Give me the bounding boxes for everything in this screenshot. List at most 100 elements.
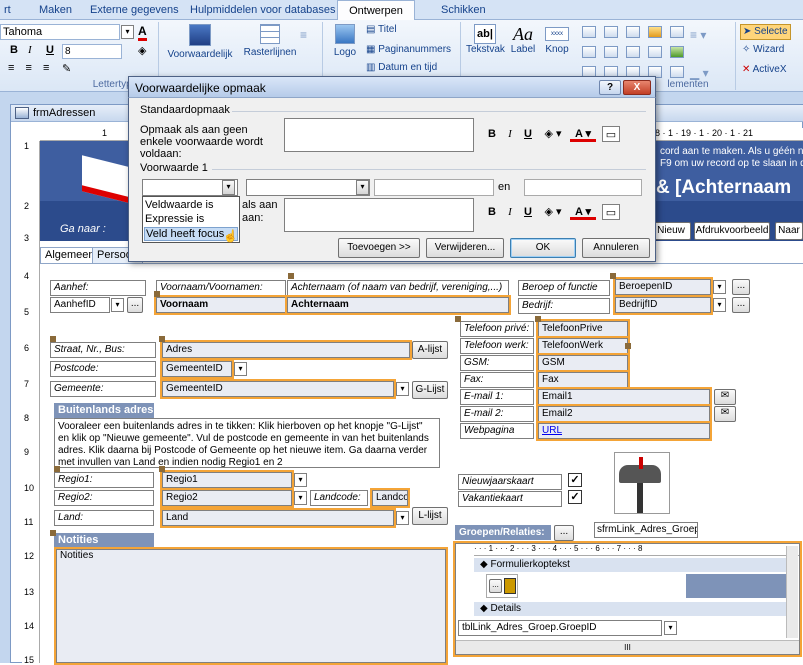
afdrukvoorbeeld-button[interactable]: Afdrukvoorbeeld [694,222,770,240]
gemeente-dropdown-icon[interactable]: ▾ [396,382,409,396]
selection-handle[interactable] [50,530,56,536]
subform-vscroll[interactable] [786,546,798,638]
fax-field[interactable]: Fax [536,370,630,390]
aanhef-dots-button[interactable]: ... [127,297,143,313]
ok-button[interactable]: OK [510,238,576,258]
date-time-button[interactable]: ▥ Datum en tijd [366,62,437,73]
ribbon-tab-schikken[interactable]: Schikken [437,0,490,20]
option-expressie-is[interactable]: Expressie is [145,213,204,225]
selection-handle[interactable] [50,336,56,342]
bedrijf-dots-button[interactable]: ... [732,297,750,313]
cond-bold-icon[interactable]: B [484,204,500,220]
tab-algemeen[interactable]: Algemeen [40,247,100,263]
adres-field[interactable]: Adres [160,340,412,360]
groepen-dots-button[interactable]: ... [554,525,574,541]
cond-font-color-icon[interactable]: A ▾ [570,204,596,220]
control-icon-8[interactable] [626,46,640,58]
select-button[interactable]: ➤ Selecte [740,24,791,40]
ribbon-tab-ontwerpen[interactable]: Ontwerpen [337,0,415,21]
control-icon-3[interactable] [626,26,640,38]
a-lijst-button[interactable]: A-lijst [412,341,448,359]
underline-icon[interactable]: U [46,44,54,56]
cond-enable-toggle-icon[interactable]: ▭ [602,204,620,220]
annuleren-button[interactable]: Annuleren [582,238,650,258]
dlg-underline-icon[interactable]: U [520,126,536,142]
subform-groep-combo[interactable]: tblLink_Adres_Groep.GroepID [458,620,662,636]
land-combo[interactable]: Land [160,508,396,528]
chevron-down-icon[interactable]: ▾ [121,25,134,39]
italic-icon[interactable]: I [28,44,32,56]
trash-icon[interactable] [504,578,516,594]
notities-field[interactable]: Notities [54,547,448,665]
dlg-italic-icon[interactable]: I [502,126,518,142]
control-icon-1[interactable] [582,26,596,38]
logo-button[interactable]: Logo [328,24,362,58]
voornaam-field[interactable]: Voornaam [154,295,288,315]
tel-werk-field[interactable]: TelefoonWerk [536,336,630,356]
condition-operator-dropdown-icon[interactable]: ▾ [356,180,369,195]
selection-handle[interactable] [625,343,631,349]
page-numbers-button[interactable]: ▦ Paginanummers [366,44,451,55]
selection-handle[interactable] [159,336,165,342]
email1-send-button[interactable]: ✉ [714,389,736,405]
ribbon-tab-start[interactable]: rt [0,0,15,20]
ribbon-tab-hulpmiddelen[interactable]: Hulpmiddelen voor databases [186,0,340,20]
cond-italic-icon[interactable]: I [502,204,518,220]
condition-type-dropdown-icon[interactable]: ▾ [222,180,235,195]
g-lijst-button[interactable]: G-Lijst [412,381,448,399]
postcode-dropdown-icon[interactable]: ▾ [234,362,247,376]
beroepen-dots-button[interactable]: ... [732,279,750,295]
landcode-field[interactable]: Landcod [370,488,410,508]
regio2-dropdown-icon[interactable]: ▾ [294,491,307,505]
tel-prive-field[interactable]: TelefoonPrive [536,319,630,339]
email2-field[interactable]: Email2 [536,404,712,424]
push-button[interactable]: xxxx Knop [542,24,572,55]
land-dropdown-icon[interactable]: ▾ [396,511,409,525]
url-field[interactable]: URL [536,421,712,441]
gridlines-button[interactable]: Rasterlijnen [240,24,300,58]
label-button[interactable]: Aa Label [508,24,538,55]
activex-button[interactable]: ✕ ActiveX [742,64,787,75]
condition-operator-combo[interactable] [246,179,370,196]
gemeente-combo[interactable]: GemeenteID [160,379,396,399]
verwijderen-button[interactable]: Verwijderen... [426,238,504,258]
aanhef-dropdown-icon[interactable]: ▾ [111,298,124,312]
regio1-dropdown-icon[interactable]: ▾ [294,473,307,487]
line-color-icon[interactable]: ▁ ▾ [690,66,709,80]
achternaam-field[interactable]: Achternaam [285,295,511,315]
bedrijf-dropdown-icon[interactable]: ▾ [713,298,726,312]
control-icon-6[interactable] [582,46,596,58]
font-size-box[interactable]: 8 [62,44,122,59]
nieuwjaarskaart-checkbox[interactable]: ✓ [568,473,582,487]
email1-field[interactable]: Email1 [536,387,712,407]
l-lijst-button[interactable]: L-lijst [412,507,448,525]
beroepen-dropdown-icon[interactable]: ▾ [713,280,726,294]
dlg-fill-color-icon[interactable]: ◈ ▾ [540,126,566,142]
selection-handle[interactable] [610,273,616,279]
selection-handle[interactable] [535,316,541,322]
postcode-combo[interactable]: GemeenteID [160,359,234,379]
condition-value1-field[interactable] [374,179,494,196]
subform-groep-dropdown-icon[interactable]: ▾ [664,621,677,635]
checkbox-icon[interactable] [604,46,618,58]
chart-icon[interactable] [648,26,662,38]
beroepen-combo[interactable]: BeroepenID [613,277,713,297]
vakantiekaart-checkbox[interactable]: ✓ [568,490,582,504]
dialog-help-button[interactable]: ? [599,80,621,95]
subform-hscroll[interactable]: III [456,640,799,654]
aanhef-combo[interactable]: AanhefID [50,297,110,313]
regio1-combo[interactable]: Regio1 [160,470,294,490]
cond-underline-icon[interactable]: U [520,204,536,220]
selection-handle[interactable] [455,316,461,322]
nieuw-button[interactable]: Nieuw [651,222,691,240]
condition-value2-field[interactable] [524,179,642,196]
bedrijf-combo[interactable]: BedrijfID [613,295,713,315]
bold-icon[interactable]: B [10,44,18,56]
subform-dots-button[interactable]: ... [489,579,502,593]
fill-color-icon[interactable]: ◈ [138,44,146,57]
control-icon-9[interactable] [648,46,662,58]
ribbon-tab-externe-gegevens[interactable]: Externe gegevens [86,0,183,20]
selection-handle[interactable] [154,291,160,297]
subform-container[interactable]: · · · 1 · · · 2 · · · 3 · · · 4 · · · 5 … [453,541,802,657]
selection-handle[interactable] [54,466,60,472]
